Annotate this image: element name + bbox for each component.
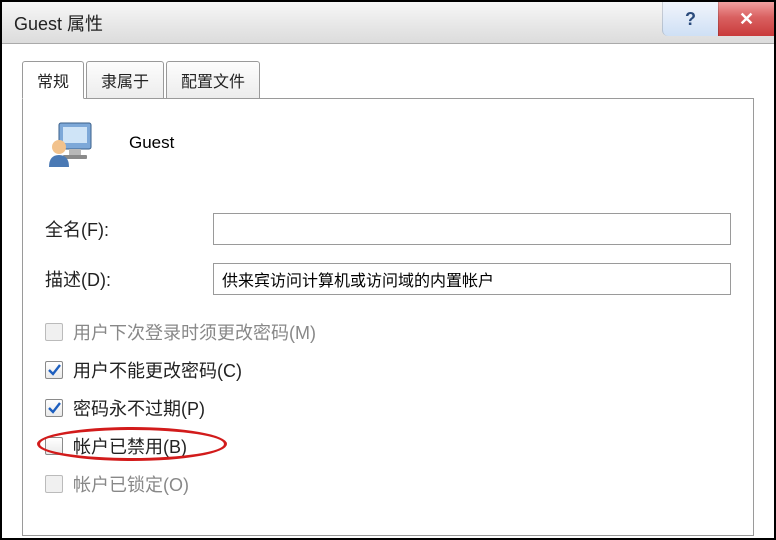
close-button[interactable]: ✕: [718, 2, 774, 36]
tab-general[interactable]: 常规: [22, 61, 84, 99]
fullname-input[interactable]: [213, 213, 731, 245]
tab-profile[interactable]: 配置文件: [166, 61, 260, 99]
description-label: 描述(D):: [45, 266, 213, 292]
description-input[interactable]: [213, 263, 731, 295]
checkbox-label: 密码永不过期(P): [73, 395, 205, 421]
close-icon: ✕: [739, 9, 754, 30]
checkbox-account-disabled[interactable]: 帐户已禁用(B): [45, 433, 731, 459]
help-button[interactable]: ?: [662, 2, 718, 36]
dialog-content: 常规 隶属于 配置文件 Guest 全名(F):: [2, 44, 774, 538]
user-name-label: Guest: [129, 133, 174, 153]
checkbox-label: 帐户已锁定(O): [73, 471, 189, 497]
tab-panel-general: Guest 全名(F): 描述(D): 用户下次登录时须更改密码(M) 用户不能…: [22, 98, 754, 536]
user-header: Guest: [45, 117, 731, 169]
checkbox-icon: [45, 399, 63, 417]
checkbox-icon: [45, 475, 63, 493]
tab-label: 配置文件: [181, 74, 245, 91]
window-title: Guest 属性: [14, 10, 103, 36]
help-icon: ?: [685, 9, 696, 30]
tab-strip: 常规 隶属于 配置文件: [22, 62, 754, 98]
checkbox-list: 用户下次登录时须更改密码(M) 用户不能更改密码(C) 密码永不过期(P) 帐户…: [45, 319, 731, 497]
tab-memberof[interactable]: 隶属于: [86, 61, 164, 99]
window-buttons: ? ✕: [662, 2, 774, 36]
checkbox-label: 用户不能更改密码(C): [73, 357, 242, 383]
checkbox-cannot-change-password[interactable]: 用户不能更改密码(C): [45, 357, 731, 383]
checkbox-icon: [45, 323, 63, 341]
fullname-row: 全名(F):: [45, 213, 731, 245]
checkbox-icon: [45, 437, 63, 455]
tab-label: 常规: [37, 74, 69, 91]
checkbox-password-never-expires[interactable]: 密码永不过期(P): [45, 395, 731, 421]
checkbox-icon: [45, 361, 63, 379]
tab-label: 隶属于: [101, 74, 149, 91]
checkbox-label: 用户下次登录时须更改密码(M): [73, 319, 316, 345]
checkbox-account-locked: 帐户已锁定(O): [45, 471, 731, 497]
window-titlebar: Guest 属性 ? ✕: [2, 2, 774, 44]
fullname-label: 全名(F):: [45, 216, 213, 242]
user-account-icon: [45, 117, 101, 169]
checkbox-label: 帐户已禁用(B): [73, 433, 187, 459]
checkbox-must-change-password: 用户下次登录时须更改密码(M): [45, 319, 731, 345]
description-row: 描述(D):: [45, 263, 731, 295]
